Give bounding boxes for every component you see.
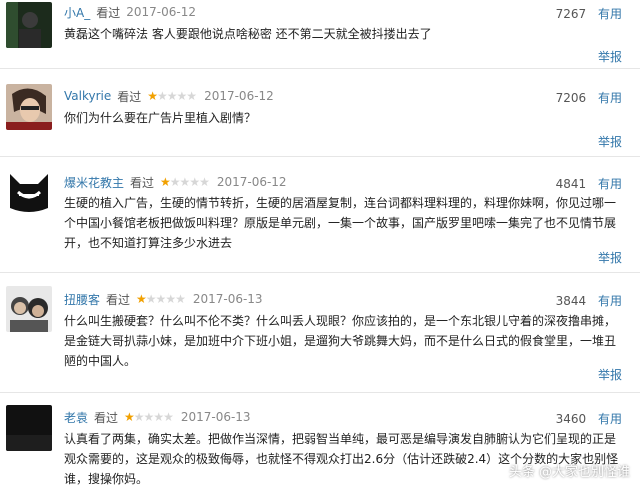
vote-count: 3460 有用 bbox=[556, 410, 622, 427]
rating-stars: ★★★★★ bbox=[124, 410, 174, 424]
username-link[interactable]: 爆米花教主 bbox=[64, 174, 124, 191]
comment-meta: 老袁 看过 ★★★★★ 2017-06-13 bbox=[64, 408, 251, 426]
vote-number: 3844 bbox=[555, 294, 587, 308]
avatar[interactable] bbox=[6, 286, 52, 332]
separator bbox=[0, 68, 640, 69]
report-link[interactable]: 举报 bbox=[598, 249, 622, 266]
watched-label: 看过 bbox=[94, 410, 119, 425]
vote-number: 7267 bbox=[555, 7, 587, 21]
vote-count: 3844 有用 bbox=[556, 292, 622, 309]
avatar[interactable] bbox=[6, 405, 52, 451]
comment-meta: 爆米花教主 看过 ★★★★★ 2017-06-12 bbox=[64, 173, 287, 191]
comment-text: 生硬的植入广告，生硬的情节转折，生硬的居酒屋复制，连台词都料理料理的，料理你妹啊… bbox=[64, 196, 617, 250]
comment-date: 2017-06-12 bbox=[216, 175, 287, 189]
username-link[interactable]: Valkyrie bbox=[64, 89, 111, 103]
username-link[interactable]: 小A_ bbox=[64, 4, 90, 21]
watermark: 头条 @大家也别怪谁 bbox=[508, 465, 630, 480]
comment-date: 2017-06-13 bbox=[192, 292, 263, 306]
vote-number: 7206 bbox=[555, 91, 587, 105]
separator bbox=[0, 156, 640, 157]
watched-label: 看过 bbox=[106, 292, 131, 307]
report-link[interactable]: 举报 bbox=[598, 133, 622, 150]
report-link[interactable]: 举报 bbox=[598, 48, 622, 65]
vote-count: 4841 有用 bbox=[556, 175, 622, 192]
watched-label: 看过 bbox=[96, 5, 121, 20]
comment-text: 黄磊这个嘴碎法 客人要跟他说点啥秘密 还不第二天就全被抖搂出去了 bbox=[64, 27, 432, 41]
comment-text: 什么叫生搬硬套？什么叫不伦不类？什么叫丢人现眼？你应该拍的，是一个东北银儿守着的… bbox=[64, 314, 617, 368]
username-link[interactable]: 老袁 bbox=[64, 409, 88, 426]
rating-stars: ★★★★★ bbox=[147, 89, 197, 103]
separator bbox=[0, 272, 640, 273]
comment-text: 认真看了两集，确实太差。把做作当深情，把弱智当单纯，最可恶是编导演发自肺腑认为它… bbox=[64, 432, 619, 486]
rating-stars: ★★★★★ bbox=[136, 292, 186, 306]
useful-button[interactable]: 有用 bbox=[598, 91, 622, 105]
comment-meta: Valkyrie 看过 ★★★★★ 2017-06-12 bbox=[64, 87, 274, 105]
avatar[interactable] bbox=[6, 168, 52, 214]
separator bbox=[0, 392, 640, 393]
rating-stars: ★★★★★ bbox=[160, 175, 210, 189]
avatar[interactable] bbox=[6, 2, 52, 48]
comment-meta: 扭腰客 看过 ★★★★★ 2017-06-13 bbox=[64, 290, 263, 308]
comment-date: 2017-06-13 bbox=[180, 410, 251, 424]
vote-number: 4841 bbox=[555, 177, 587, 191]
comment-text: 你们为什么要在广告片里植入剧情？ bbox=[64, 111, 257, 125]
comment-meta: 小A_ 看过 2017-06-12 bbox=[64, 3, 196, 21]
report-link[interactable]: 举报 bbox=[598, 366, 622, 383]
comment-date: 2017-06-12 bbox=[204, 89, 274, 103]
useful-button[interactable]: 有用 bbox=[598, 177, 622, 191]
username-link[interactable]: 扭腰客 bbox=[64, 291, 100, 308]
useful-button[interactable]: 有用 bbox=[598, 412, 622, 426]
watched-label: 看过 bbox=[130, 175, 155, 190]
vote-count: 7267 有用 bbox=[556, 5, 622, 22]
useful-button[interactable]: 有用 bbox=[598, 7, 622, 21]
vote-number: 3460 bbox=[555, 412, 587, 426]
avatar[interactable] bbox=[6, 84, 52, 130]
watched-label: 看过 bbox=[117, 89, 142, 104]
comment-date: 2017-06-12 bbox=[126, 5, 196, 19]
vote-count: 7206 有用 bbox=[556, 89, 622, 106]
useful-button[interactable]: 有用 bbox=[598, 294, 622, 308]
